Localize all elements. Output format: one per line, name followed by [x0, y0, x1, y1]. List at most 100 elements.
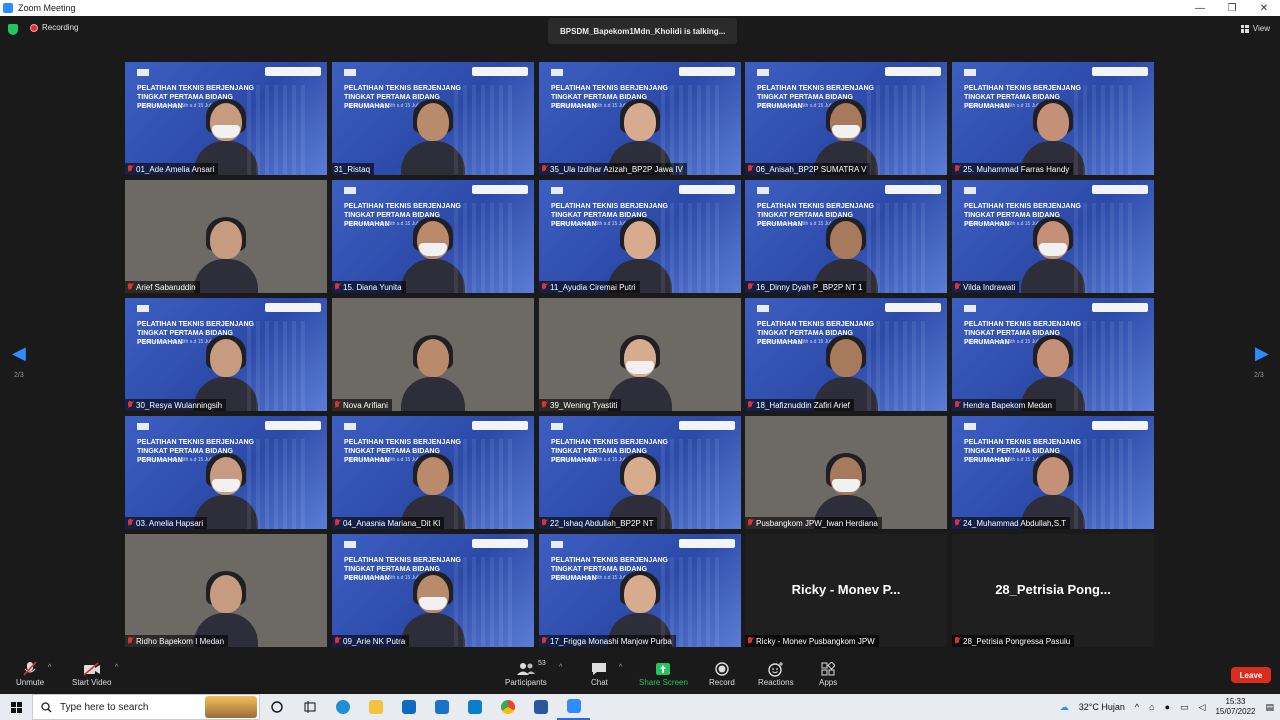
participant-tile[interactable]: PELATIHAN TEKNIS BERJENJANG TINGKAT PERT… — [332, 534, 534, 647]
page-count-left: 2/3 — [14, 372, 24, 379]
file-explorer-icon[interactable] — [359, 694, 392, 720]
unmute-button[interactable]: Unmute — [16, 660, 44, 687]
slide-logo — [137, 305, 149, 312]
participant-tile[interactable]: PELATIHAN TEKNIS BERJENJANG TINGKAT PERT… — [332, 180, 534, 293]
edge-icon[interactable] — [326, 694, 359, 720]
participant-tile[interactable]: PELATIHAN TEKNIS BERJENJANG TINGKAT PERT… — [745, 298, 947, 411]
mic-muted-icon — [747, 165, 753, 173]
cortana-icon[interactable] — [260, 694, 293, 720]
mic-muted-icon — [954, 165, 960, 173]
participant-name-label: 09_Arie NK Putra — [332, 635, 410, 647]
participant-tile[interactable]: PELATIHAN TEKNIS BERJENJANG TINGKAT PERT… — [952, 180, 1154, 293]
store-icon[interactable] — [392, 694, 425, 720]
slide-logo — [551, 541, 563, 548]
apps-button[interactable]: Apps — [819, 660, 837, 687]
participant-tile[interactable]: PELATIHAN TEKNIS BERJENJANG TINGKAT PERT… — [952, 416, 1154, 529]
search-placeholder: Type here to search — [60, 701, 149, 713]
close-button[interactable]: ✕ — [1248, 0, 1280, 16]
leave-button[interactable]: Leave — [1231, 667, 1271, 683]
prev-page-arrow-icon[interactable]: ◀ — [12, 343, 26, 364]
participant-tile[interactable]: PELATIHAN TEKNIS BERJENJANG TINGKAT PERT… — [332, 416, 534, 529]
windows-start-icon[interactable] — [0, 694, 32, 720]
participant-tile[interactable]: PELATIHAN TEKNIS BERJENJANG TINGKAT PERT… — [745, 180, 947, 293]
participant-tile[interactable]: Nova Arifiani — [332, 298, 534, 411]
chat-caret-icon[interactable]: ^ — [619, 664, 622, 671]
audio-options-caret-icon[interactable]: ^ — [48, 664, 51, 671]
participant-name: Ridho Bapekom I Medan — [136, 636, 225, 646]
participant-tile[interactable]: PELATIHAN TEKNIS BERJENJANG TINGKAT PERT… — [539, 534, 741, 647]
reactions-button[interactable]: Reactions — [758, 660, 794, 687]
teams-app-icon[interactable] — [458, 694, 491, 720]
participant-tile[interactable]: Pusbangkom JPW_Iwan Herdiana — [745, 416, 947, 529]
slide-logo — [344, 187, 356, 194]
participant-name: 18_Hafiznuddin Zafiri Arief — [756, 400, 850, 410]
weather-icon[interactable]: ☁ — [1060, 702, 1069, 713]
zoom-taskbar-icon[interactable] — [557, 694, 590, 720]
taskbar-clock[interactable]: 15:33 15/07/2022 — [1215, 697, 1255, 717]
mic-muted-icon — [541, 165, 547, 173]
slide-logo — [551, 69, 563, 76]
mic-muted-icon — [127, 165, 133, 173]
taskbar-search[interactable]: Type here to search — [32, 694, 260, 720]
task-view-icon[interactable] — [293, 694, 326, 720]
volume-icon[interactable]: ◁ — [1199, 702, 1206, 713]
mic-muted-icon — [541, 637, 547, 645]
mic-muted-icon — [954, 637, 960, 645]
mic-muted-icon — [334, 637, 340, 645]
participant-tile[interactable]: 39_Wening Tyastiti — [539, 298, 741, 411]
participant-name-label: 11_Ayudia Ciremai Putri — [539, 281, 640, 293]
participant-tile[interactable]: PELATIHAN TEKNIS BERJENJANG TINGKAT PERT… — [745, 62, 947, 175]
mic-muted-icon — [127, 637, 133, 645]
participant-name-label: 03. Amelia Hapsari — [125, 517, 208, 529]
chrome-icon[interactable] — [491, 694, 524, 720]
mic-muted-icon — [23, 660, 37, 678]
participant-tile[interactable]: PELATIHAN TEKNIS BERJENJANG TINGKAT PERT… — [539, 62, 741, 175]
participant-name: 04_Anasnia Mariana_Dit KI — [343, 518, 441, 528]
share-screen-button[interactable]: Share Screen — [639, 660, 688, 687]
participant-tile[interactable]: PELATIHAN TEKNIS BERJENJANG TINGKAT PERT… — [952, 298, 1154, 411]
slide-header-logo — [1092, 421, 1148, 430]
participant-tile[interactable]: PELATIHAN TEKNIS BERJENJANG TINGKAT PERT… — [125, 62, 327, 175]
participant-tile[interactable]: 28_Petrisia Pong... 28_Petrisia Pongressa… — [952, 534, 1154, 647]
record-button[interactable]: Record — [709, 660, 735, 687]
slide-logo — [757, 305, 769, 312]
network-icon[interactable]: ▭ — [1180, 702, 1189, 713]
usb-icon[interactable]: ⌂ — [1149, 702, 1154, 712]
restore-button[interactable]: ❐ — [1216, 0, 1248, 16]
participant-tile[interactable]: PELATIHAN TEKNIS BERJENJANG TINGKAT PERT… — [952, 62, 1154, 175]
participant-tile[interactable]: PELATIHAN TEKNIS BERJENJANG TINGKAT PERT… — [125, 416, 327, 529]
participant-name: 03. Amelia Hapsari — [136, 518, 204, 528]
participant-tile[interactable]: Ridho Bapekom I Medan — [125, 534, 327, 647]
view-label: View — [1252, 24, 1270, 33]
minimize-button[interactable]: — — [1184, 0, 1216, 16]
start-video-button[interactable]: Start Video — [72, 660, 111, 687]
mail-icon[interactable] — [425, 694, 458, 720]
participant-tile[interactable]: Arief Sabaruddin — [125, 180, 327, 293]
participant-tile[interactable]: PELATIHAN TEKNIS BERJENJANG TINGKAT PERT… — [332, 62, 534, 175]
participant-tile[interactable]: PELATIHAN TEKNIS BERJENJANG TINGKAT PERT… — [539, 416, 741, 529]
chat-button[interactable]: Chat — [591, 660, 608, 687]
tray-overflow-icon[interactable]: ^ — [1135, 702, 1139, 712]
word-icon[interactable] — [524, 694, 557, 720]
participant-video — [401, 571, 465, 647]
participant-name-label: Arief Sabaruddin — [125, 281, 200, 293]
participant-tile[interactable]: PELATIHAN TEKNIS BERJENJANG TINGKAT PERT… — [539, 180, 741, 293]
participants-caret-icon[interactable]: ^ — [559, 664, 562, 671]
participant-tile[interactable]: PELATIHAN TEKNIS BERJENJANG TINGKAT PERT… — [125, 298, 327, 411]
view-button[interactable]: View — [1240, 24, 1270, 33]
mic-muted-icon — [541, 519, 547, 527]
video-options-caret-icon[interactable]: ^ — [115, 664, 118, 671]
shield-icon[interactable] — [8, 24, 18, 35]
slide-header-logo — [472, 421, 528, 430]
next-page-arrow-icon[interactable]: ▶ — [1255, 343, 1269, 364]
recording-indicator[interactable]: Recording — [30, 23, 78, 32]
microphone-tray-icon[interactable]: ● — [1165, 702, 1170, 712]
reactions-label: Reactions — [758, 678, 794, 687]
participant-name: 28_Petrisia Pongressa Pasulu — [963, 636, 1071, 646]
mic-muted-icon — [334, 401, 340, 409]
weather-text[interactable]: 32°C Hujan — [1079, 702, 1125, 712]
participant-tile[interactable]: Ricky - Monev P... Ricky - Monev Pusbangk… — [745, 534, 947, 647]
notifications-icon[interactable]: ▤ — [1265, 702, 1274, 713]
mic-muted-icon — [954, 519, 960, 527]
participant-name: 16_Dinny Dyah P_BP2P NT 1 — [756, 282, 863, 292]
